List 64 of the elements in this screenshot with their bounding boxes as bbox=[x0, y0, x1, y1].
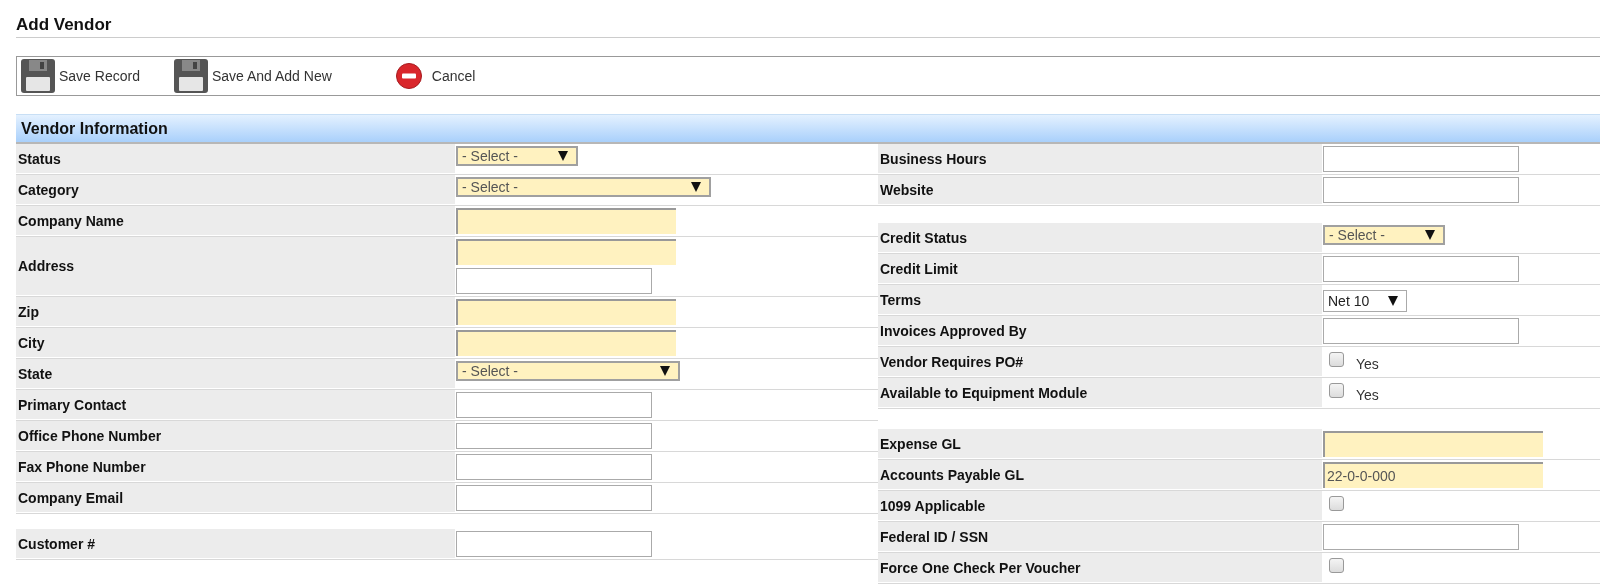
field-label: Accounts Payable GL bbox=[880, 466, 1024, 483]
select-field[interactable]: - Select - bbox=[1323, 225, 1445, 245]
text-field[interactable] bbox=[1323, 256, 1519, 282]
field-label: Terms bbox=[880, 291, 921, 308]
field-label: Vendor Requires PO# bbox=[880, 353, 1024, 370]
select-field[interactable]: - Select - bbox=[456, 361, 680, 381]
caret-icon bbox=[558, 151, 568, 161]
field-label: Fax Phone Number bbox=[18, 458, 146, 475]
field-label: State bbox=[18, 365, 53, 382]
text-field[interactable] bbox=[456, 392, 652, 418]
field-label: Customer # bbox=[18, 535, 96, 552]
field-label: City bbox=[18, 334, 45, 351]
text-field[interactable] bbox=[456, 239, 676, 265]
field-label: 1099 Applicable bbox=[880, 497, 986, 514]
field-label: Category bbox=[18, 181, 79, 198]
checkbox-label: Yes bbox=[1356, 356, 1379, 372]
field-label: Company Name bbox=[18, 212, 124, 229]
field-label: Office Phone Number bbox=[18, 427, 162, 444]
text-field[interactable]: 22-0-0-000 bbox=[1323, 462, 1543, 488]
caret-icon bbox=[691, 182, 701, 192]
select-field[interactable]: - Select - bbox=[456, 177, 711, 197]
text-field[interactable] bbox=[456, 454, 652, 480]
save-button[interactable]: Save Record bbox=[21, 58, 140, 94]
caret-icon bbox=[1388, 296, 1398, 306]
cancel-button[interactable]: Cancel bbox=[395, 58, 476, 94]
text-field[interactable] bbox=[456, 208, 676, 234]
field-label: Company Email bbox=[18, 489, 124, 506]
field-label: Business Hours bbox=[880, 150, 987, 167]
text-field[interactable] bbox=[1323, 146, 1519, 172]
text-field[interactable] bbox=[456, 531, 652, 557]
text-field[interactable] bbox=[456, 268, 652, 294]
field-label: Website bbox=[880, 181, 934, 198]
field-label: Federal ID / SSN bbox=[880, 528, 989, 545]
field-label: Invoices Approved By bbox=[880, 322, 1027, 339]
text-field[interactable] bbox=[1323, 431, 1543, 457]
select-field[interactable]: - Select - bbox=[456, 146, 578, 166]
caret-icon bbox=[1425, 230, 1435, 240]
field-label: Expense GL bbox=[880, 435, 961, 452]
field-label: Address bbox=[18, 258, 75, 274]
section-title: Vendor Information bbox=[21, 119, 168, 138]
field-label: Credit Status bbox=[880, 229, 968, 246]
checkbox[interactable] bbox=[1329, 496, 1344, 511]
cancel-icon bbox=[395, 63, 422, 89]
text-field[interactable] bbox=[456, 330, 676, 356]
text-field[interactable] bbox=[1323, 318, 1519, 344]
text-field[interactable] bbox=[456, 485, 652, 511]
checkbox[interactable] bbox=[1329, 558, 1344, 573]
save-button[interactable]: Save And Add New bbox=[173, 58, 332, 94]
checkbox[interactable] bbox=[1329, 352, 1344, 367]
text-field[interactable] bbox=[456, 299, 676, 325]
caret-icon bbox=[660, 366, 670, 376]
field-label: Credit Limit bbox=[880, 260, 958, 277]
select-field[interactable]: Net 10 bbox=[1323, 290, 1407, 312]
field-label: Available to Equipment Module bbox=[880, 384, 1088, 401]
text-field[interactable] bbox=[1323, 524, 1519, 550]
field-label: Force One Check Per Voucher bbox=[880, 559, 1081, 576]
text-field[interactable] bbox=[1323, 177, 1519, 203]
page-title: Add Vendor bbox=[16, 14, 113, 36]
text-field[interactable] bbox=[456, 423, 652, 449]
field-label: Status bbox=[18, 150, 61, 167]
checkbox[interactable] bbox=[1329, 383, 1344, 398]
field-label: Zip bbox=[18, 303, 39, 320]
field-label: Primary Contact bbox=[18, 396, 127, 413]
checkbox-label: Yes bbox=[1356, 387, 1379, 403]
